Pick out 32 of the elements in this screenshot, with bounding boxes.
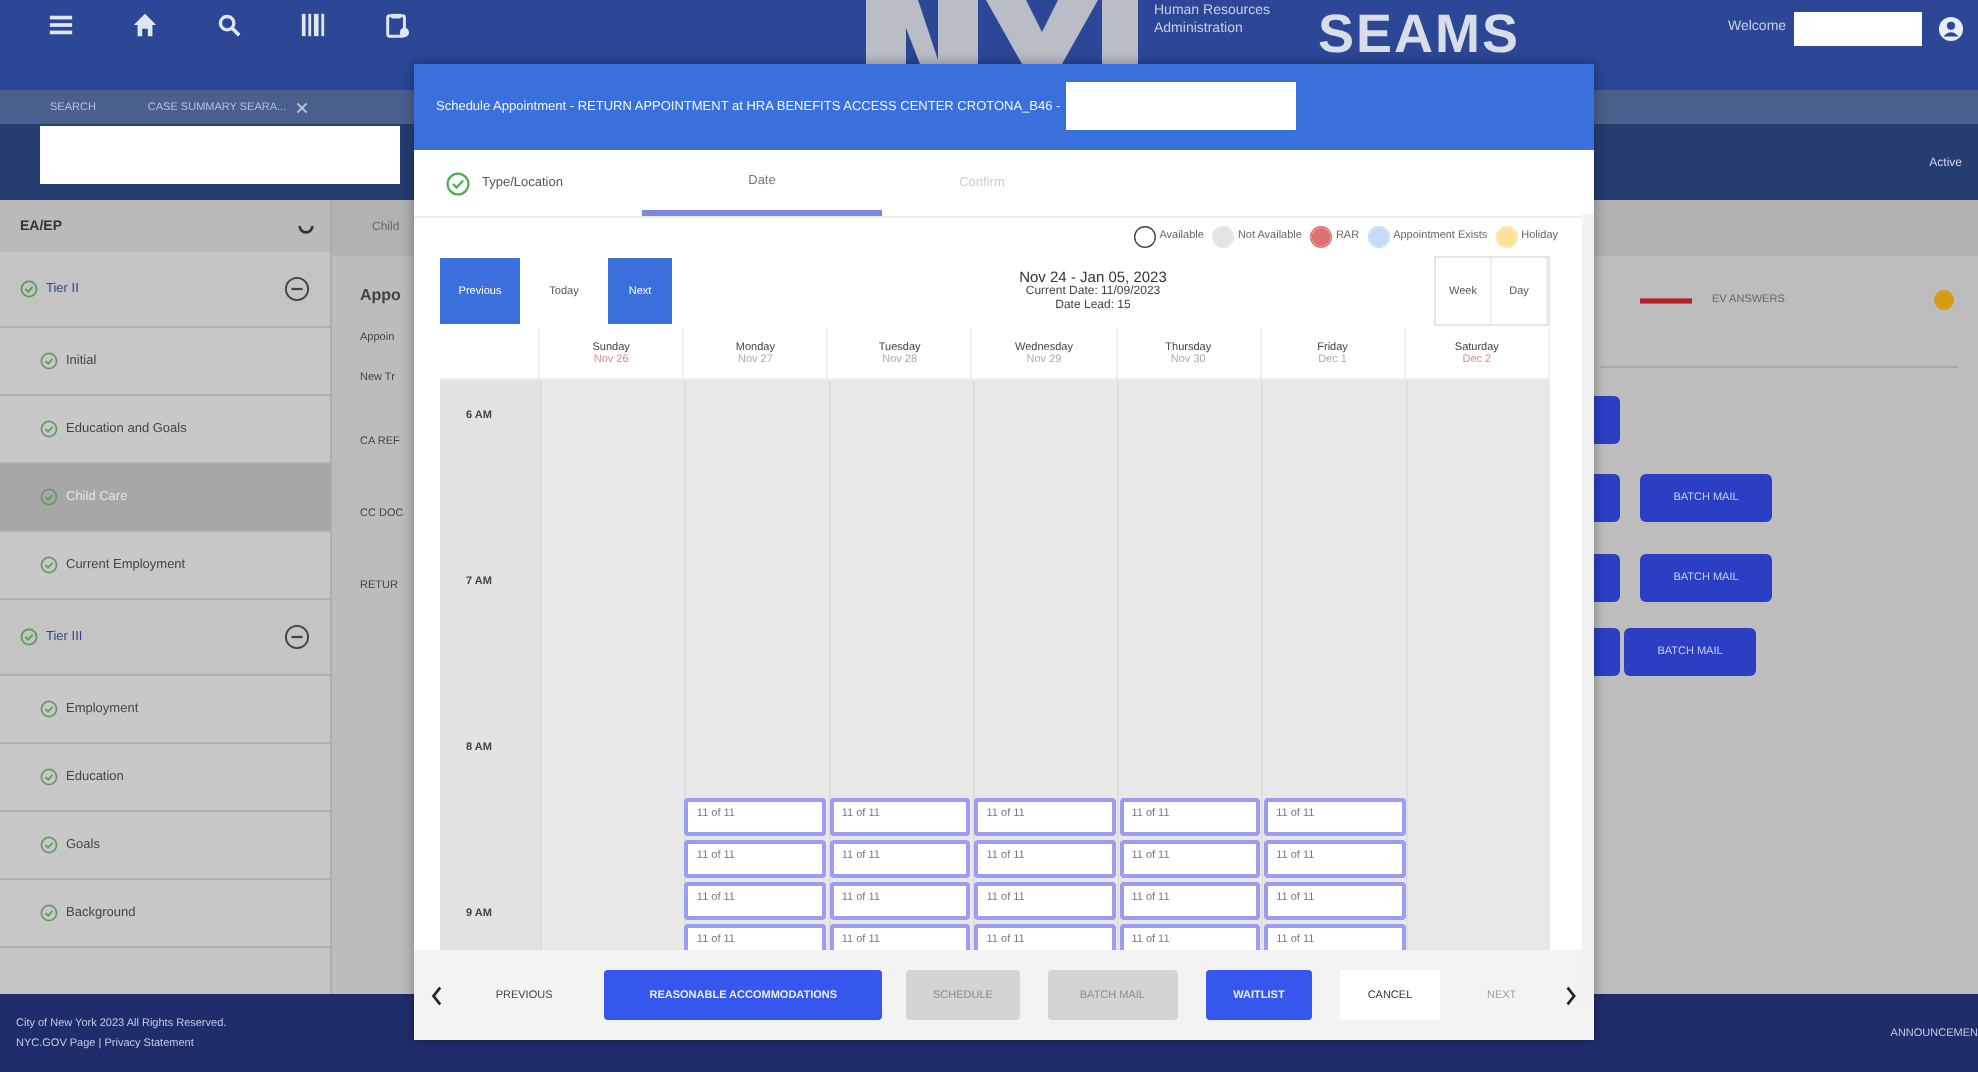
- collapse-icon[interactable]: [284, 624, 310, 650]
- check-circle-icon: [446, 171, 470, 196]
- check-circle-icon: [40, 768, 58, 786]
- check-circle-icon: [40, 700, 58, 718]
- check-circle-icon: [40, 352, 58, 370]
- legend-swatch-icon: [1367, 225, 1390, 248]
- app-name: SEAMS: [1317, 4, 1520, 64]
- barcode-icon[interactable]: [300, 12, 326, 38]
- check-circle-icon: [40, 420, 58, 438]
- search-icon[interactable]: [216, 12, 242, 38]
- legend-swatch-icon: [1133, 225, 1156, 248]
- home-icon[interactable]: [132, 12, 158, 38]
- collapse-icon[interactable]: [284, 276, 310, 302]
- check-circle-icon: [20, 628, 38, 646]
- legend-swatch-icon: [1211, 225, 1234, 248]
- chevron-right-icon[interactable]: [1564, 985, 1578, 1006]
- status-dot-icon: [1934, 290, 1954, 310]
- section-heading: Appo: [360, 286, 401, 304]
- menu-icon[interactable]: [48, 12, 74, 38]
- chevron-left-icon[interactable]: [430, 985, 444, 1006]
- check-circle-icon: [40, 556, 58, 574]
- check-circle-icon: [40, 904, 58, 922]
- close-icon[interactable]: [296, 101, 309, 113]
- legend-swatch-icon: [1309, 225, 1332, 248]
- check-circle-icon: [40, 488, 58, 506]
- legend-swatch-icon: [1495, 225, 1518, 248]
- check-circle-icon: [40, 836, 58, 854]
- clipboard-icon[interactable]: [384, 12, 410, 38]
- status-line-icon: [1640, 297, 1692, 303]
- user-icon[interactable]: [1938, 16, 1965, 42]
- redacted-block: [1794, 12, 1923, 46]
- check-circle-icon: [20, 280, 38, 298]
